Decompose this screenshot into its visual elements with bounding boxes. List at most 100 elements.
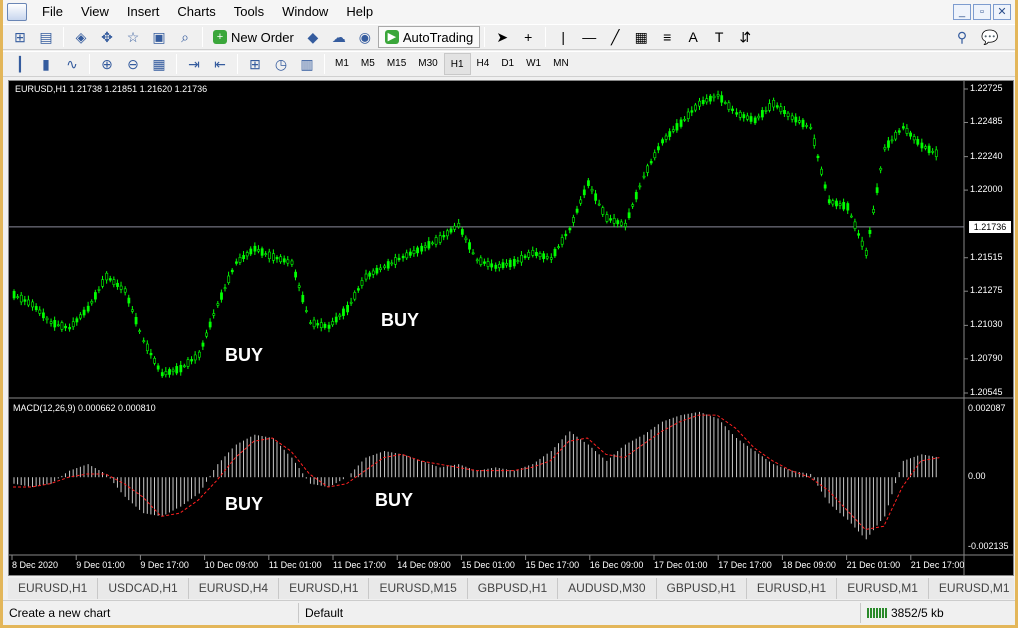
candle-body [464, 237, 468, 241]
metaeditor-icon[interactable]: ◆ [302, 26, 324, 48]
periods-icon[interactable]: ◷ [270, 53, 292, 75]
menu-view[interactable]: View [72, 0, 118, 24]
status-hint: Create a new chart [3, 602, 299, 623]
chart-shift-icon[interactable]: ⇤ [209, 53, 231, 75]
candlestick-icon[interactable]: ▮ [35, 53, 57, 75]
candle-body [835, 200, 838, 207]
traffic-icon [867, 607, 887, 618]
radio-icon[interactable]: ◉ [354, 26, 376, 48]
horizontal-line-icon[interactable]: — [578, 26, 600, 48]
chart-tab[interactable]: EURUSD,H1 [279, 578, 370, 599]
cursor-icon[interactable]: ➤ [491, 26, 513, 48]
menu-tools[interactable]: Tools [225, 0, 273, 24]
text-label-icon[interactable]: T [708, 26, 730, 48]
candle-body [764, 110, 768, 112]
bar-chart-icon[interactable]: ┃ [9, 53, 31, 75]
candle-body [638, 185, 642, 188]
chart-tab[interactable]: USDCAD,H1 [98, 578, 189, 599]
text-icon[interactable]: A [682, 26, 704, 48]
candle-body [427, 241, 431, 249]
tester-icon[interactable]: ⌕ [174, 26, 196, 48]
chart-tab[interactable]: AUDUSD,M30 [558, 578, 657, 599]
candle-body [394, 257, 397, 265]
terminal-window: File View Insert Charts Tools Window Hel… [0, 0, 1018, 628]
chart-tab[interactable]: EURUSD,H1 [8, 578, 99, 599]
candle-body [801, 119, 805, 128]
chart-window[interactable]: EURUSD,H1 1.21738 1.21851 1.21620 1.2173… [8, 80, 1014, 576]
templates-icon[interactable]: ▥ [296, 53, 318, 75]
profiles-icon[interactable]: ▤ [35, 26, 57, 48]
tf-d1[interactable]: D1 [495, 53, 520, 75]
price-tick-label: 1.22725 [970, 83, 1003, 93]
zoom-in-icon[interactable]: ⊕ [96, 53, 118, 75]
tf-m5[interactable]: M5 [355, 53, 381, 75]
market-watch-icon[interactable]: ◈ [70, 26, 92, 48]
candle-body [186, 359, 190, 367]
terminal-icon[interactable]: ▣ [148, 26, 170, 48]
candle-body [56, 324, 60, 327]
autoscroll-icon[interactable]: ⇥ [183, 53, 205, 75]
chart-tab[interactable]: GBPUSD,H1 [657, 578, 747, 599]
menu-file[interactable]: File [33, 0, 72, 24]
candle-body [245, 252, 249, 257]
fibonacci-icon[interactable]: ≡ [656, 26, 678, 48]
tf-mn[interactable]: MN [547, 53, 575, 75]
tf-w1[interactable]: W1 [520, 53, 547, 75]
candle-body [879, 168, 883, 171]
search-icon[interactable]: ⚲ [951, 26, 973, 48]
menu-bar: File View Insert Charts Tools Window Hel… [3, 0, 1015, 24]
candle-body [594, 193, 598, 201]
candle-body [60, 322, 64, 330]
candle-body [582, 189, 586, 196]
menu-window[interactable]: Window [273, 0, 337, 24]
menu-help[interactable]: Help [337, 0, 382, 24]
chart-tab[interactable]: EURUSD,M15 [369, 578, 468, 599]
arrows-icon[interactable]: ⇵ [734, 26, 756, 48]
navigator-icon[interactable]: ✥ [96, 26, 118, 48]
candle-body [809, 127, 813, 129]
chart-tab[interactable]: EURUSD,M1 [929, 578, 1014, 599]
tf-m15[interactable]: M15 [381, 53, 412, 75]
favorites-icon[interactable]: ☆ [122, 26, 144, 48]
minimize-button[interactable]: _ [953, 4, 971, 20]
candle-body [671, 129, 675, 132]
restore-button[interactable]: ▫ [973, 4, 991, 20]
time-tick-label: 9 Dec 01:00 [76, 560, 125, 570]
tf-m1[interactable]: M1 [329, 53, 355, 75]
tf-m30[interactable]: M30 [412, 53, 443, 75]
signals-icon[interactable]: ☁ [328, 26, 350, 48]
candle-body [772, 99, 776, 108]
zoom-out-icon[interactable]: ⊖ [122, 53, 144, 75]
new-order-button[interactable]: + New Order [207, 26, 300, 48]
menu-charts[interactable]: Charts [168, 0, 224, 24]
crosshair-icon[interactable]: + [517, 26, 539, 48]
equidistant-channel-icon[interactable]: ▦ [630, 26, 652, 48]
chart-tab[interactable]: EURUSD,M1 [837, 578, 929, 599]
vertical-line-icon[interactable]: | [552, 26, 574, 48]
tf-h1[interactable]: H1 [443, 53, 471, 75]
buy-label: BUY [225, 494, 264, 514]
chart-tab[interactable]: EURUSD,H1 [747, 578, 838, 599]
indicators-icon[interactable]: ⊞ [244, 53, 266, 75]
line-chart-icon[interactable]: ∿ [61, 53, 83, 75]
chart-tab[interactable]: EURUSD,H4 [189, 578, 280, 599]
tile-windows-icon[interactable]: ▦ [148, 53, 170, 75]
menu-insert[interactable]: Insert [118, 0, 169, 24]
candle-body [390, 262, 394, 265]
chart-tab[interactable]: GBPUSD,H1 [468, 578, 559, 599]
trendline-icon[interactable]: ╱ [604, 26, 626, 48]
close-button[interactable]: ✕ [993, 4, 1011, 20]
candle-body [483, 261, 486, 264]
price-chart[interactable] [9, 81, 1013, 575]
candle-body [153, 357, 156, 364]
candle-body [193, 354, 197, 361]
candle-body [653, 152, 657, 159]
candle-body [587, 180, 590, 186]
autotrading-button[interactable]: ▶ AutoTrading [377, 26, 481, 48]
candle-body [134, 316, 138, 325]
new-chart-icon[interactable]: ⊞ [9, 26, 31, 48]
chat-icon[interactable]: 💬 [979, 26, 1001, 48]
candle-body [920, 142, 924, 149]
candle-body [420, 245, 424, 252]
tf-h4[interactable]: H4 [471, 53, 496, 75]
